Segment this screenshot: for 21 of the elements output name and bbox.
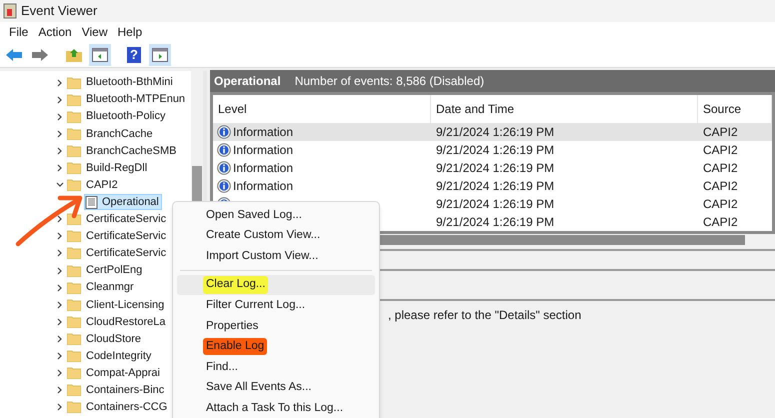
- event-count: Number of events: 8,586 (Disabled): [294, 73, 484, 90]
- table-cell-text: Information: [233, 178, 294, 195]
- table-cell: 9/21/2024 1:26:19 PM: [436, 179, 554, 193]
- table-cell: CAPI2: [703, 197, 738, 211]
- table-cell: 9/21/2024 1:26:19 PM: [436, 143, 554, 157]
- table-cell: CAPI2: [703, 161, 738, 175]
- table-cell: 9/21/2024 1:26:19 PM: [436, 197, 554, 211]
- table-cell-text: Information: [233, 160, 294, 177]
- table-cell: CAPI2: [703, 125, 738, 139]
- table-cell: 9/21/2024 1:26:19 PM: [436, 161, 554, 175]
- table-cell-text: Information: [233, 142, 294, 159]
- help-icon: ?: [127, 46, 141, 62]
- window-title: Event Viewer: [21, 2, 98, 20]
- table-cell: 9/21/2024 1:26:19 PM: [436, 215, 554, 229]
- table-cell: CAPI2: [703, 179, 738, 193]
- table-cell: CAPI2: [703, 215, 738, 229]
- table-cell: 9/21/2024 1:26:19 PM: [436, 125, 554, 139]
- table-cell: CAPI2: [703, 143, 738, 157]
- log-name: Operational: [214, 73, 281, 90]
- table-cell-text: Information: [233, 124, 294, 141]
- details-text: , please refer to the "Details" section: [388, 308, 582, 322]
